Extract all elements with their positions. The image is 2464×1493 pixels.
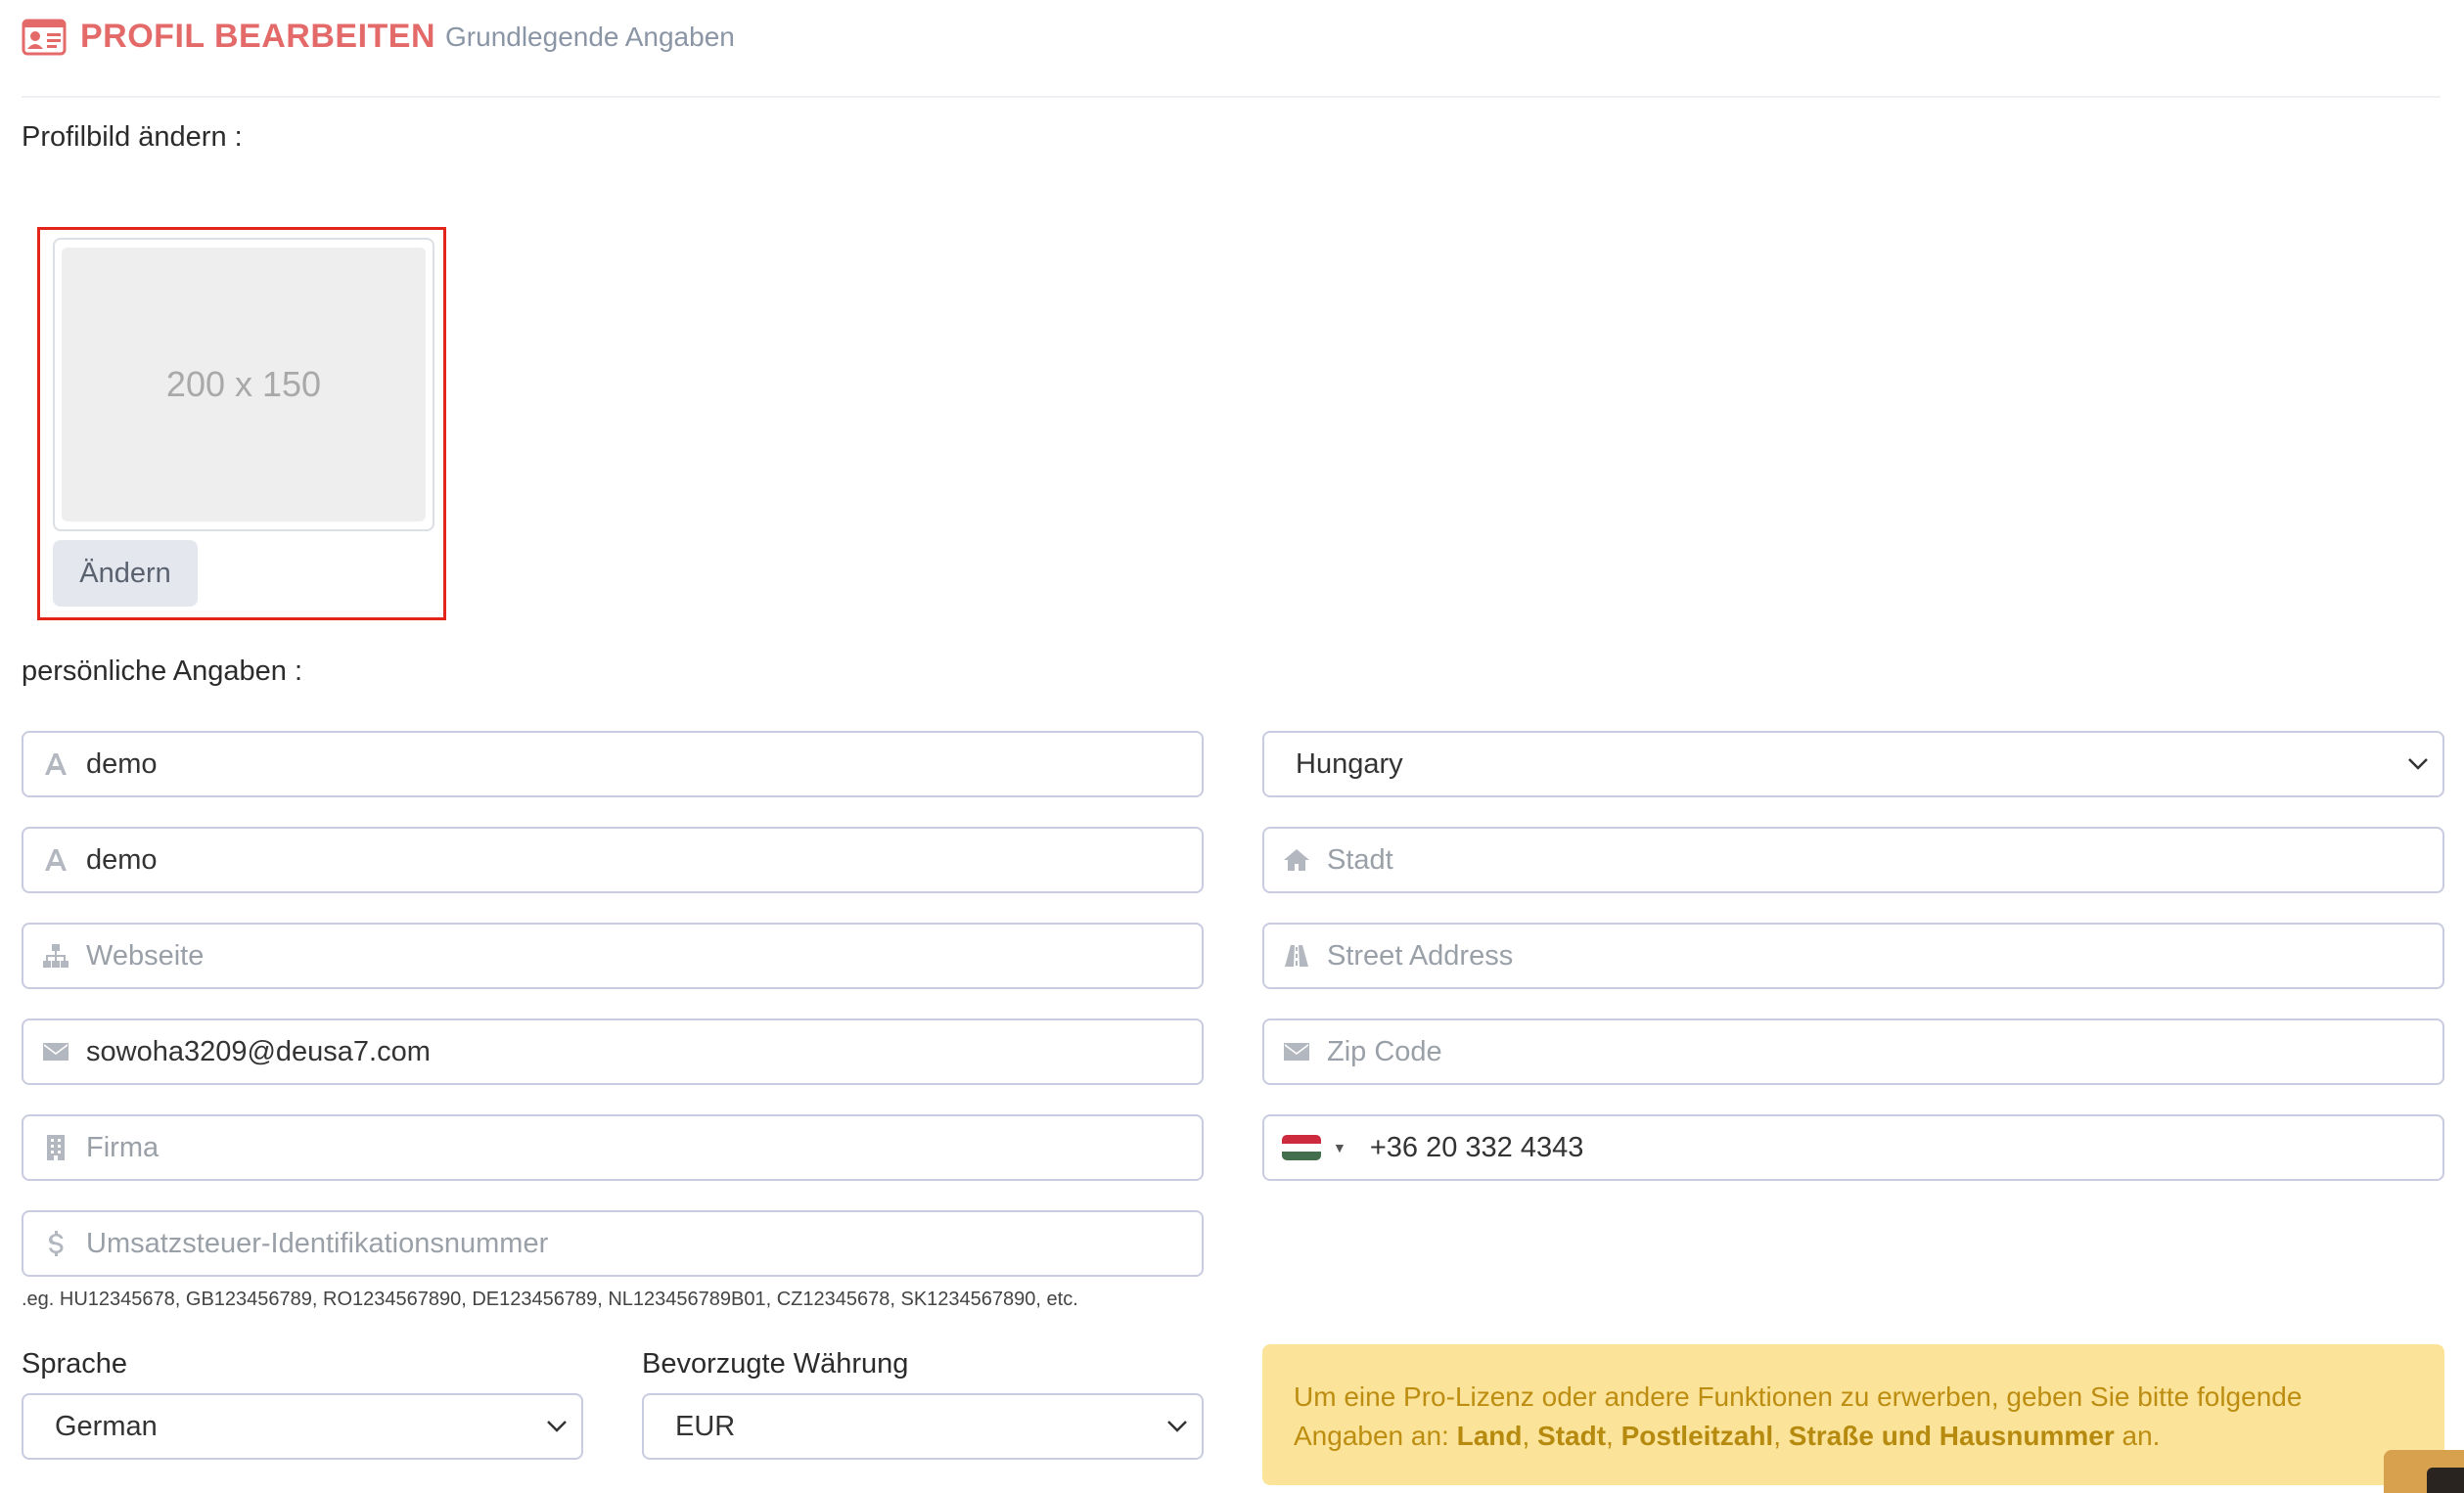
profile-picture-placeholder: 200 x 150 [62,248,426,521]
font-icon [41,749,70,779]
company-field [22,1114,1204,1181]
building-icon [41,1133,70,1162]
street-field [1262,923,2444,989]
envelope-icon [1282,1037,1311,1066]
currency-label: Bevorzugte Währung [642,1348,909,1380]
company-input[interactable] [86,1116,1202,1179]
chat-widget-button[interactable] [2384,1450,2464,1493]
font-icon [41,845,70,875]
pro-license-notice: Um eine Pro-Lizenz oder andere Funktione… [1262,1344,2444,1485]
chat-icon [2427,1468,2464,1493]
personal-data-label: persönliche Angaben : [22,656,302,687]
language-select-value: German [55,1410,158,1442]
website-field [22,923,1204,989]
chevron-down-icon [1167,1421,1187,1432]
phone-field: ▼ [1262,1114,2444,1181]
profile-picture-frame: 200 x 150 [53,238,434,531]
website-input[interactable] [86,925,1202,987]
city-field [1262,827,2444,893]
last-name-field [22,827,1204,893]
hungary-flag-icon [1282,1135,1321,1160]
caret-down-icon: ▼ [1333,1140,1346,1155]
vat-input[interactable] [86,1212,1202,1275]
notice-item-zip: Postleitzahl [1620,1421,1774,1451]
currency-select-value: EUR [675,1410,736,1442]
envelope-icon [41,1037,70,1066]
phone-country-selector[interactable]: ▼ [1282,1135,1346,1160]
page-title: PROFIL BEARBEITEN [80,18,436,55]
country-select[interactable]: Hungary [1262,731,2444,797]
zip-field [1262,1018,2444,1085]
first-name-field [22,731,1204,797]
street-input[interactable] [1327,925,2442,987]
chevron-down-icon [547,1421,567,1432]
road-icon [1282,941,1311,971]
id-card-icon [22,19,67,55]
phone-input[interactable] [1369,1116,2442,1179]
header-divider [22,96,2441,98]
page-subtitle: Grundlegende Angaben [445,21,735,52]
page-header: PROFIL BEARBEITEN Grundlegende Angaben [22,18,735,56]
first-name-input[interactable] [86,733,1202,795]
notice-item-street: Straße und Hausnummer [1788,1421,2115,1451]
chevron-down-icon [2408,758,2428,770]
last-name-input[interactable] [86,829,1202,891]
sitemap-icon [41,941,70,971]
email-field [22,1018,1204,1085]
currency-select[interactable]: EUR [642,1393,1204,1460]
email-input[interactable] [86,1020,1202,1083]
zip-input[interactable] [1327,1020,2442,1083]
home-icon [1282,845,1311,875]
vat-field [22,1210,1204,1277]
profile-picture-section: 200 x 150 Ändern [37,227,446,620]
change-picture-button[interactable]: Ändern [53,540,198,607]
language-label: Sprache [22,1348,128,1380]
profile-picture-label: Profilbild ändern : [22,121,243,153]
notice-item-country: Land [1456,1421,1523,1451]
dollar-icon [41,1229,70,1258]
notice-item-city: Stadt [1537,1421,1607,1451]
language-select[interactable]: German [22,1393,583,1460]
vat-hint: .eg. HU12345678, GB123456789, RO12345678… [22,1289,1078,1310]
country-select-value: Hungary [1296,747,1403,780]
city-input[interactable] [1327,829,2442,891]
